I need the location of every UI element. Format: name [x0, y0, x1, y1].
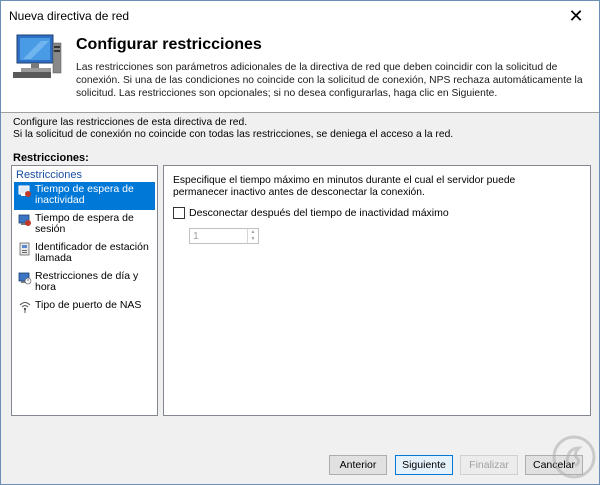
title-bar: Nueva directiva de red ✕: [1, 1, 599, 31]
restrictions-label: Restricciones:: [13, 152, 89, 164]
session-timeout-icon: [18, 214, 31, 226]
idle-timeout-icon: [18, 185, 31, 197]
intro-text: Configure las restricciones de esta dire…: [13, 117, 453, 141]
nav-item-idle-timeout[interactable]: Tiempo de espera de inactividad: [14, 182, 155, 210]
close-icon: ✕: [568, 5, 584, 26]
nav-item-day-time[interactable]: Restricciones de día y hora: [14, 269, 155, 297]
back-button[interactable]: Anterior: [329, 455, 387, 475]
watermark-logo-icon: [552, 435, 596, 479]
network-computer-icon: [13, 34, 62, 78]
setting-description: Especifique el tiempo máximo en minutos …: [173, 175, 516, 198]
intro-line-1: Configure las restricciones de esta dire…: [13, 117, 248, 128]
spinner-down-icon[interactable]: ▼: [248, 236, 258, 243]
spinner-up-icon[interactable]: ▲: [248, 229, 258, 236]
nav-label-station-id: Identificador de estación llamada: [35, 241, 149, 264]
dialog-window: Nueva directiva de red ✕ Configurar rest…: [0, 0, 600, 485]
restriction-settings-panel: Especifique el tiempo máximo en minutos …: [163, 165, 591, 416]
nav-item-station-id[interactable]: Identificador de estación llamada: [14, 240, 155, 268]
close-button[interactable]: ✕: [553, 1, 599, 31]
disconnect-checkbox-label[interactable]: Desconectar después del tiempo de inacti…: [189, 207, 449, 219]
finish-button[interactable]: Finalizar: [460, 455, 518, 475]
nav-label-nas-port: Tipo de puerto de NAS: [35, 299, 142, 311]
page-description: Las restricciones son parámetros adicion…: [76, 62, 583, 99]
nav-item-nas-port[interactable]: Tipo de puerto de NAS: [14, 298, 155, 326]
list-header: Restricciones: [16, 169, 151, 183]
nav-item-session-timeout[interactable]: Tiempo de espera de sesión: [14, 211, 155, 239]
day-time-icon: [18, 272, 32, 285]
window-title: Nueva directiva de red: [9, 9, 130, 23]
intro-line-2: Si la solicitud de conexión no coincide …: [13, 129, 454, 140]
wizard-header: Configurar restricciones Las restriccion…: [1, 31, 599, 113]
disconnect-checkbox[interactable]: [173, 207, 185, 219]
station-id-icon: [19, 242, 30, 256]
next-button[interactable]: Siguiente: [395, 455, 453, 475]
nav-label-session-timeout: Tiempo de espera de sesión: [35, 212, 134, 235]
idle-minutes-spinner[interactable]: 1 ▲ ▼: [189, 228, 259, 244]
disconnect-checkbox-row[interactable]: Desconectar después del tiempo de inacti…: [173, 207, 449, 219]
restrictions-list: Restricciones Tiempo de espera de inacti…: [11, 165, 158, 416]
nav-label-idle-timeout: Tiempo de espera de inactividad: [35, 183, 134, 206]
nav-label-day-time: Restricciones de día y hora: [35, 270, 139, 293]
spinner-buttons: ▲ ▼: [247, 229, 258, 243]
nas-port-icon: [19, 302, 31, 313]
page-title: Configurar restricciones: [76, 36, 262, 53]
spinner-value[interactable]: 1: [193, 230, 199, 242]
